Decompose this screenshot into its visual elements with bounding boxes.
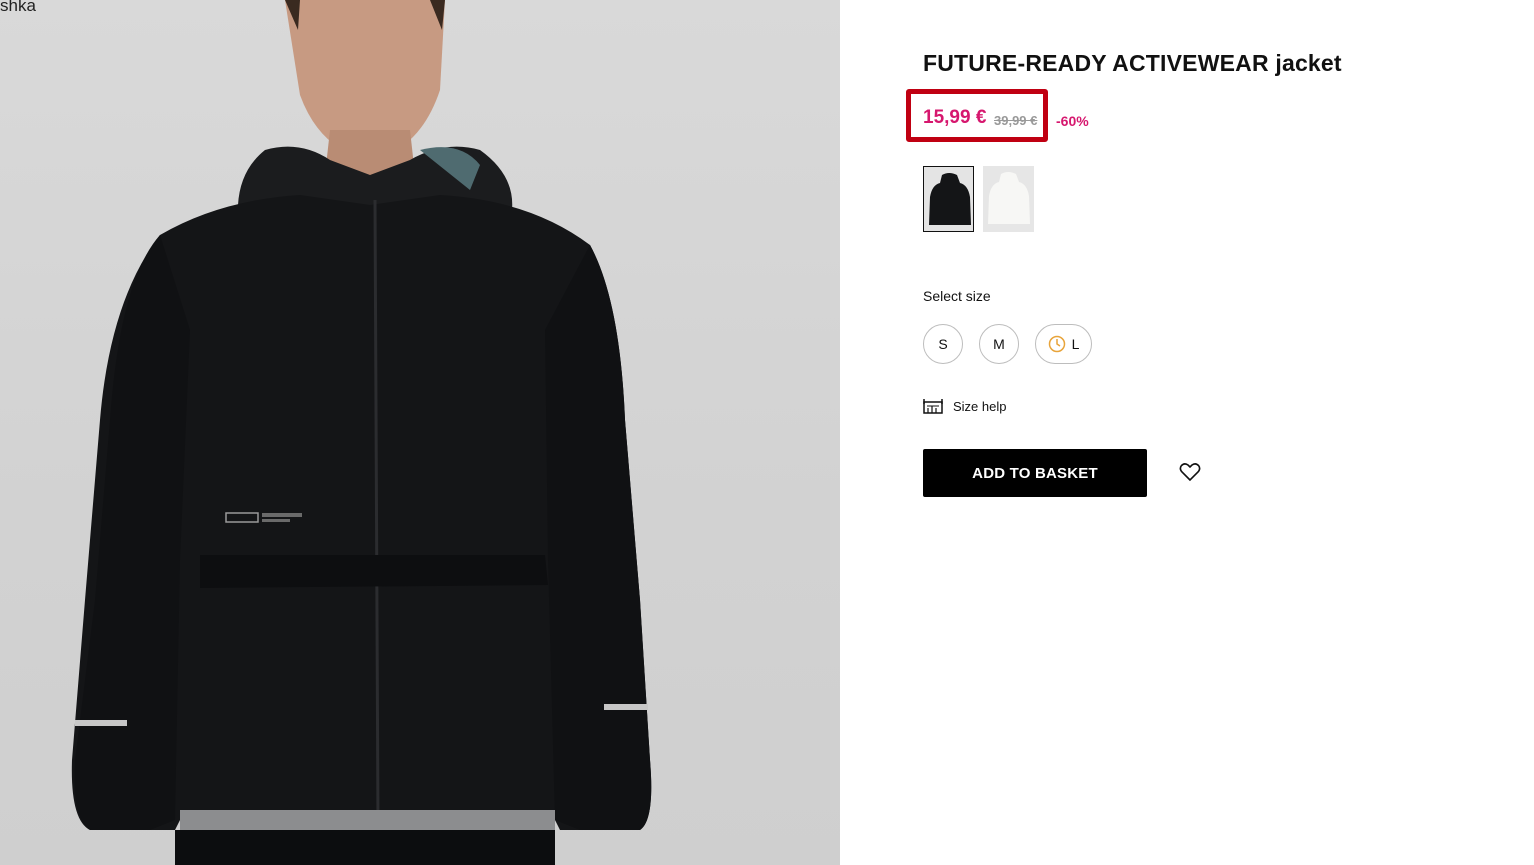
product-image-panel: shka [0, 0, 840, 865]
product-title: FUTURE-READY ACTIVEWEAR jacket [923, 50, 1342, 76]
swatch-black[interactable] [923, 166, 974, 232]
size-help-label: Size help [953, 398, 1007, 414]
color-swatches [923, 166, 1034, 232]
product-info-panel: FUTURE-READY ACTIVEWEAR jacket 15,99 € 3… [840, 0, 1534, 865]
size-l-button[interactable]: L [1035, 324, 1092, 364]
swatch-white[interactable] [983, 166, 1034, 232]
size-s-label: S [938, 336, 948, 352]
add-to-basket-button[interactable]: ADD TO BASKET [923, 449, 1147, 497]
size-help-link[interactable]: Size help [923, 398, 1006, 414]
heart-icon [1179, 463, 1201, 482]
wishlist-button[interactable] [1179, 462, 1203, 484]
clock-icon [1048, 335, 1065, 353]
size-m-button[interactable]: M [979, 324, 1019, 364]
size-l-label: L [1071, 336, 1080, 352]
corner-text: shka [0, 0, 36, 15]
size-options: S M L [923, 324, 1092, 364]
price-old: 39,99 € [994, 113, 1038, 128]
price-current: 15,99 € [923, 107, 987, 128]
size-s-button[interactable]: S [923, 324, 963, 364]
product-photo [71, 0, 652, 865]
black-jacket-thumbnail [924, 167, 973, 231]
white-jacket-thumbnail [983, 166, 1034, 232]
ruler-icon [923, 399, 943, 414]
price-discount: -60% [1056, 113, 1089, 129]
select-size-label: Select size [923, 288, 991, 304]
size-m-label: M [993, 336, 1005, 352]
